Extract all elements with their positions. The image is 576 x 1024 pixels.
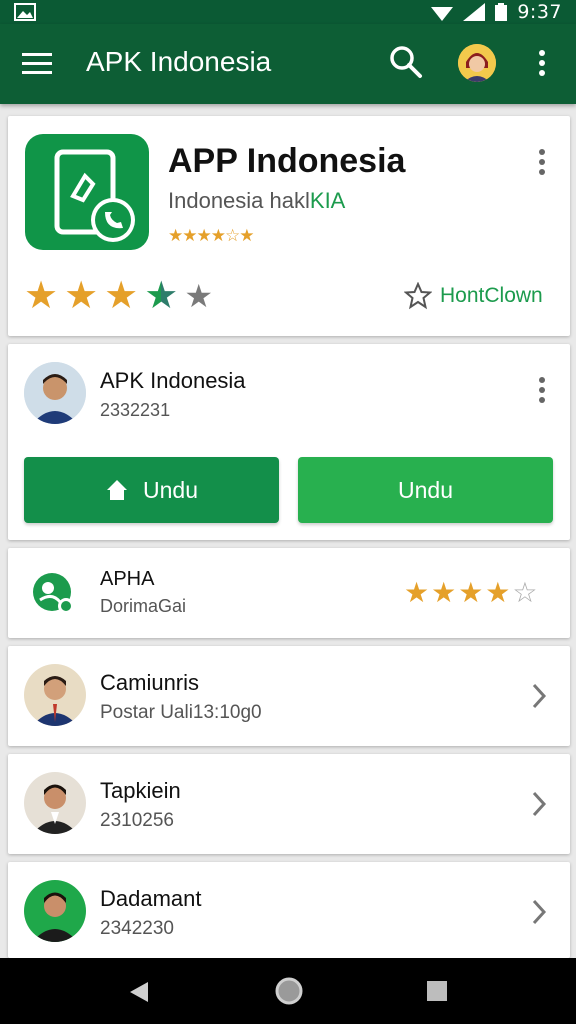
home-nav-icon[interactable] — [274, 976, 304, 1006]
favorite-button[interactable]: HontClown — [404, 282, 543, 310]
download-button-secondary[interactable]: Undu — [298, 457, 553, 523]
back-icon[interactable] — [128, 980, 150, 1004]
phone-call-icon — [54, 149, 135, 242]
download-button-label: Undu — [398, 476, 453, 503]
favorite-label: HontClown — [440, 284, 543, 307]
app-developer: Indonesia haklKIA — [168, 188, 345, 214]
developer-accent-a: hakl — [269, 188, 310, 213]
avatar — [24, 664, 86, 726]
rating-stars[interactable]: ★ ★ ★ ★ ★ — [24, 276, 213, 316]
signal-icon — [463, 3, 486, 21]
app-name: APP Indonesia — [168, 142, 406, 180]
more-vert-icon[interactable] — [532, 146, 552, 182]
list-item-title: Dadamant — [100, 886, 202, 911]
aph-card[interactable]: APHA DorimaGai ★★★★☆ — [8, 548, 570, 638]
aph-subtitle: DorimaGai — [100, 596, 187, 616]
person-avatar-image — [24, 772, 86, 834]
person-avatar-image — [24, 362, 86, 424]
app-icon — [25, 134, 149, 250]
developer-text: Indonesia — [168, 188, 270, 213]
person-avatar-image — [24, 880, 86, 942]
battery-icon — [495, 3, 508, 21]
download-button-primary[interactable]: Undu — [24, 457, 279, 523]
star-outline-icon — [404, 282, 432, 310]
avatar[interactable] — [24, 362, 86, 424]
menu-icon[interactable] — [22, 50, 54, 78]
list-item-subtitle: Postar Uali13:10g0 — [100, 702, 262, 723]
avatar — [24, 880, 86, 942]
list-item-subtitle: 2310256 — [100, 810, 174, 831]
filled-stars: ★★★★ — [404, 577, 513, 608]
user-avatar[interactable] — [458, 44, 496, 82]
wifi-icon — [431, 7, 454, 21]
more-vert-icon[interactable] — [530, 44, 554, 82]
star-icon[interactable]: ★ — [184, 276, 213, 316]
app-card: APP Indonesia Indonesia haklKIA ★★★★☆★ ★… — [8, 116, 570, 336]
list-item-subtitle: 2342230 — [100, 918, 174, 939]
developer-card: APK Indonesia 2332231 Undu Undu — [8, 344, 570, 540]
download-button-label: Undu — [143, 476, 198, 503]
star-icon[interactable]: ★ — [64, 276, 98, 316]
user-avatar-image — [458, 44, 496, 82]
person-avatar-image — [24, 664, 86, 726]
developer-name: APK Indonesia — [100, 368, 246, 393]
chevron-right-icon — [532, 791, 547, 817]
list-item-title: Camiunris — [100, 670, 200, 695]
gallery-notification-icon — [14, 3, 36, 21]
chevron-right-icon — [532, 899, 547, 925]
aph-title: APHA — [100, 568, 155, 590]
app-logo-icon — [33, 573, 74, 614]
app-bar: APK Indonesia — [0, 24, 576, 104]
list-item[interactable]: Tapkiein 2310256 — [8, 754, 570, 854]
small-rating-stars: ★★★★☆★ — [168, 226, 254, 245]
rating-stars: ★★★★☆ — [404, 576, 540, 609]
clock: 9:37 — [517, 1, 562, 23]
app-bar-title: APK Indonesia — [86, 46, 272, 77]
list-item[interactable]: Dadamant 2342230 — [8, 862, 570, 958]
status-bar: 9:37 — [0, 0, 576, 24]
chevron-right-icon — [532, 683, 547, 709]
star-icon[interactable]: ★ — [104, 276, 138, 316]
recents-icon[interactable] — [426, 980, 448, 1002]
list-item-title: Tapkiein — [100, 778, 181, 803]
avatar — [24, 772, 86, 834]
system-nav-bar — [0, 958, 576, 1024]
empty-star-icon: ☆ — [512, 577, 540, 608]
star-icon[interactable]: ★ — [144, 276, 178, 316]
search-icon[interactable] — [388, 44, 424, 80]
more-vert-icon[interactable] — [532, 374, 552, 410]
star-icon[interactable]: ★ — [24, 276, 58, 316]
home-icon — [107, 480, 127, 500]
developer-accent-b: KIA — [309, 188, 346, 213]
list-item[interactable]: Camiunris Postar Uali13:10g0 — [8, 646, 570, 746]
developer-count: 2332231 — [100, 400, 171, 420]
